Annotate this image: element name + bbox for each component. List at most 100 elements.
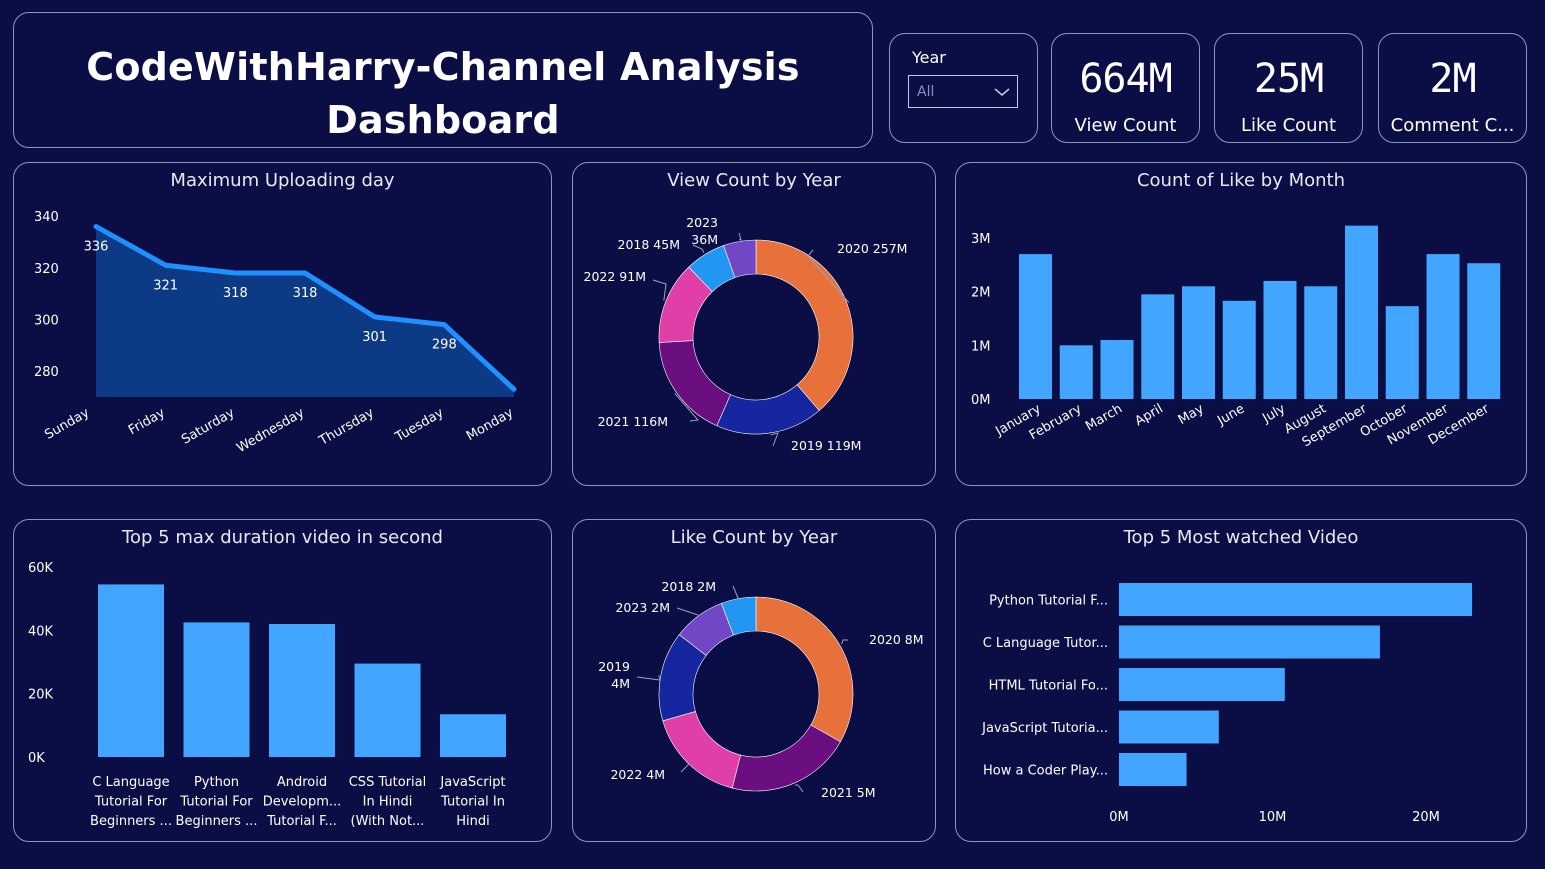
top-watched-chart: Python Tutorial F... C Language Tutor... H… bbox=[981, 583, 1473, 825]
x-tick-label: Android bbox=[277, 775, 327, 790]
kpi-comment-count: 2M Comment C... bbox=[1378, 33, 1527, 143]
kpi-like-count: 25M Like Count bbox=[1214, 33, 1363, 143]
x-tick-label: Tuesday bbox=[392, 405, 446, 445]
x-tick-label: April bbox=[1133, 401, 1166, 429]
data-label: 301 bbox=[362, 330, 387, 345]
x-tick-label: Friday bbox=[126, 405, 168, 438]
x-tick-label: Wednesday bbox=[234, 405, 307, 456]
kpi-caption: Comment C... bbox=[1390, 115, 1515, 136]
donut-slice bbox=[658, 340, 731, 427]
y-tick-label: Python Tutorial F... bbox=[989, 594, 1108, 609]
x-tick-label: Tutorial For bbox=[94, 795, 168, 810]
x-tick-label: C Language bbox=[92, 775, 169, 790]
leader-line bbox=[652, 279, 667, 301]
x-tick-label: Hindi bbox=[456, 814, 490, 829]
y-tick-label: 3M bbox=[971, 232, 991, 247]
y-tick-label: 2M bbox=[971, 286, 991, 301]
leader-line bbox=[680, 764, 690, 773]
uploading-day-chart: 280 300 320 340 336 Sunday 321 Friday 318 Saturda… bbox=[34, 210, 517, 456]
year-slicer-label: Year bbox=[912, 48, 946, 67]
x-tick-label: (With Not... bbox=[351, 814, 425, 829]
bar bbox=[440, 714, 506, 757]
y-tick-label: 300 bbox=[34, 314, 59, 329]
bar bbox=[1182, 286, 1215, 399]
slice-label: 2022 4M bbox=[610, 767, 665, 782]
kpi-caption: Like Count bbox=[1240, 115, 1337, 136]
view-year-donut: 2020 257M 2019 119M 2021 116M 2022 91M 2018 … bbox=[584, 215, 908, 453]
x-tick-label: Beginners ... bbox=[90, 814, 172, 829]
like-month-panel: Count of Like by Month 0M 1M 2M 3M January Fe… bbox=[955, 162, 1527, 486]
x-tick-label: CSS Tutorial bbox=[349, 775, 427, 790]
x-tick-label: 10M bbox=[1259, 810, 1287, 825]
x-tick-label: June bbox=[1214, 401, 1247, 429]
donut-slice bbox=[731, 724, 841, 792]
y-tick-label: 60K bbox=[28, 561, 54, 576]
slice-label: 2021 5M bbox=[821, 785, 876, 800]
y-tick-label: 280 bbox=[34, 365, 59, 380]
y-tick-label: 40K bbox=[28, 624, 54, 639]
kpi-value: 2M bbox=[1429, 56, 1476, 102]
uploading-day-panel: Maximum Uploading day 280 300 320 340 336 Sun… bbox=[13, 162, 552, 486]
view-year-panel: View Count by Year 2020 257M 2019 119M 202… bbox=[572, 162, 936, 486]
bar bbox=[1119, 753, 1187, 786]
leader-line bbox=[738, 232, 742, 241]
slice-label: 4M bbox=[611, 676, 630, 691]
chevron-down-icon bbox=[994, 88, 1010, 96]
x-tick-label: 20M bbox=[1412, 810, 1440, 825]
bar bbox=[1385, 306, 1419, 399]
dashboard-title-line2: Dashboard bbox=[326, 98, 560, 142]
year-dropdown-value: All bbox=[917, 84, 935, 100]
y-tick-label: 0M bbox=[971, 393, 991, 408]
x-tick-label: JavaScript bbox=[439, 775, 505, 790]
year-dropdown[interactable]: All bbox=[908, 75, 1018, 108]
kpi-view-count: 664M View Count bbox=[1051, 33, 1200, 143]
x-tick-label: Developm... bbox=[263, 795, 342, 810]
y-tick-label: JavaScript Tutoria... bbox=[981, 721, 1108, 736]
data-label: 318 bbox=[223, 286, 248, 301]
year-slicer: Year All bbox=[889, 33, 1038, 143]
area-fill bbox=[96, 226, 514, 397]
donut-slice bbox=[662, 711, 741, 789]
bar bbox=[1019, 254, 1052, 399]
y-tick-label: How a Coder Play... bbox=[983, 764, 1108, 779]
y-tick-label: C Language Tutor... bbox=[983, 636, 1108, 651]
leader-line bbox=[732, 585, 739, 599]
bar bbox=[1119, 668, 1285, 701]
duration-panel: Top 5 max duration video in second 0K 20K… bbox=[13, 519, 552, 842]
bar bbox=[1263, 280, 1297, 399]
x-tick-label: March bbox=[1083, 401, 1125, 434]
data-label: 318 bbox=[293, 286, 318, 301]
y-tick-label: 0K bbox=[28, 751, 45, 766]
bar bbox=[1100, 339, 1134, 399]
x-tick-label: Tutorial F... bbox=[266, 814, 337, 829]
x-tick-label: In Hindi bbox=[363, 795, 413, 810]
y-tick-label: 20K bbox=[28, 688, 54, 703]
bar bbox=[269, 624, 335, 757]
bar bbox=[1119, 710, 1219, 744]
slice-label: 2019 119M bbox=[791, 438, 861, 453]
y-tick-label: 340 bbox=[34, 210, 59, 225]
x-tick-label: 0M bbox=[1109, 810, 1129, 825]
bar bbox=[1119, 625, 1380, 659]
x-tick-label: Monday bbox=[464, 405, 516, 444]
x-tick-label: Tutorial For bbox=[179, 795, 253, 810]
x-tick-label: Thursday bbox=[316, 405, 377, 449]
leader-line bbox=[770, 432, 779, 447]
y-tick-label: HTML Tutorial Fo... bbox=[989, 679, 1108, 694]
bar bbox=[1119, 583, 1473, 616]
title-panel: CodeWithHarry-Channel Analysis Dashboard bbox=[13, 12, 873, 148]
slice-label: 2021 116M bbox=[598, 414, 668, 429]
slice-label: 36M bbox=[691, 232, 718, 247]
x-tick-label: Saturday bbox=[179, 405, 237, 447]
kpi-value: 25M bbox=[1253, 56, 1324, 102]
leader-line bbox=[636, 675, 661, 681]
bar bbox=[1345, 225, 1378, 399]
slice-label: 2018 45M bbox=[618, 237, 680, 252]
bar bbox=[98, 584, 164, 757]
leader-line bbox=[794, 784, 804, 793]
kpi-caption: View Count bbox=[1074, 115, 1177, 136]
data-label: 336 bbox=[84, 240, 109, 255]
slice-label: 2023 2M bbox=[615, 600, 670, 615]
donut-slice bbox=[755, 596, 854, 743]
x-tick-label: Sunday bbox=[42, 405, 92, 442]
